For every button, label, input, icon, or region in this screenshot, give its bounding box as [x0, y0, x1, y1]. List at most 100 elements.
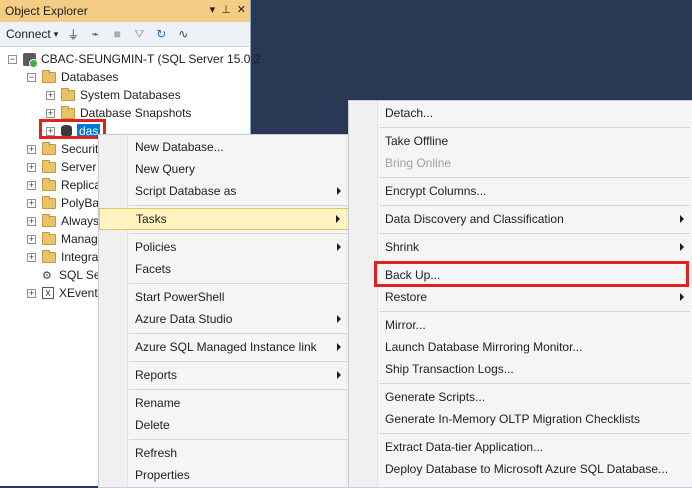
menu-item-policies[interactable]: Policies: [99, 236, 349, 258]
menu-item-shrink[interactable]: Shrink: [349, 236, 692, 258]
menu-item-restore[interactable]: Restore: [349, 286, 692, 308]
menu-item-encrypt-columns[interactable]: Encrypt Columns...: [349, 180, 692, 202]
menu-item-refresh[interactable]: Refresh: [99, 442, 349, 464]
menu-item-extract-data-tier[interactable]: Extract Data-tier Application...: [349, 436, 692, 458]
filter-icon[interactable]: ⛛: [132, 27, 146, 41]
tree-node-system-databases[interactable]: + System Databases: [46, 86, 181, 104]
menu-item-start-powershell[interactable]: Start PowerShell: [99, 286, 349, 308]
refresh-icon[interactable]: ↻: [154, 27, 168, 41]
tree-node-label: SQL Se: [59, 268, 101, 282]
menu-item-label: Rename: [135, 396, 181, 410]
menu-item-new-query[interactable]: New Query: [99, 158, 349, 180]
tree-node-replication[interactable]: + Replica: [27, 176, 101, 194]
menu-item-rename[interactable]: Rename: [99, 392, 349, 414]
expand-icon[interactable]: +: [46, 90, 55, 100]
menu-item-oltp-migration-checklists[interactable]: Generate In-Memory OLTP Migration Checkl…: [349, 408, 692, 430]
menu-item-mirroring-monitor[interactable]: Launch Database Mirroring Monitor...: [349, 336, 692, 358]
menu-item-new-database[interactable]: New Database...: [99, 136, 349, 158]
tree-node-polybase[interactable]: + PolyBa: [27, 194, 99, 212]
menu-item-tasks[interactable]: Tasks: [99, 208, 349, 230]
menu-item-data-discovery[interactable]: Data Discovery and Classification: [349, 208, 692, 230]
tree-node-databases[interactable]: − Databases: [27, 68, 118, 86]
tree-node-security[interactable]: + Securit: [27, 140, 98, 158]
close-icon[interactable]: ✕: [237, 3, 246, 16]
menu-item-label: Refresh: [135, 446, 178, 460]
menu-separator: [129, 205, 347, 206]
menu-item-deploy-azure-sql[interactable]: Deploy Database to Microsoft Azure SQL D…: [349, 458, 692, 480]
connect-object-icon[interactable]: ⏚: [66, 27, 80, 42]
menu-separator: [379, 433, 690, 434]
folder-icon: [61, 105, 75, 119]
tree-node-always-on[interactable]: + Always: [27, 212, 99, 230]
menu-item-azure-data-studio[interactable]: Azure Data Studio: [99, 308, 349, 330]
chevron-down-icon: ▾: [53, 28, 59, 39]
menu-item-label: Mirror...: [385, 318, 426, 332]
menu-item-properties[interactable]: Properties: [99, 464, 349, 486]
folder-icon: [42, 177, 56, 191]
stop-icon[interactable]: ■: [110, 27, 124, 41]
menu-item-script-database-as[interactable]: Script Database as: [99, 180, 349, 202]
menu-item-label: Shrink: [385, 240, 420, 254]
menu-item-label: Encrypt Columns...: [385, 184, 487, 198]
tree-node-server[interactable]: − CBAC-SEUNGMIN-T (SQL Server 15.0.2: [8, 50, 260, 68]
expand-icon[interactable]: +: [27, 288, 36, 298]
tree-node-integration[interactable]: + Integra: [27, 248, 98, 266]
disconnect-icon[interactable]: ⌁: [88, 27, 102, 41]
collapse-icon[interactable]: −: [8, 54, 17, 64]
menu-item-label: Generate Scripts...: [385, 390, 486, 404]
sql-agent-icon: ⚙: [42, 269, 52, 282]
menu-item-label: Restore: [385, 290, 428, 304]
annotation-highlight-back-up: [374, 261, 689, 287]
expand-icon[interactable]: +: [27, 216, 36, 226]
connect-label: Connect: [6, 27, 51, 41]
expand-icon[interactable]: +: [27, 144, 36, 154]
collapse-icon[interactable]: −: [27, 72, 36, 82]
menu-separator: [379, 205, 690, 206]
menu-item-azure-sql-mi-link[interactable]: Azure SQL Managed Instance link: [99, 336, 349, 358]
menu-item-generate-scripts[interactable]: Generate Scripts...: [349, 386, 692, 408]
tree-node-sql-agent[interactable]: ⚙ SQL Se: [42, 266, 101, 284]
menu-item-facets[interactable]: Facets: [99, 258, 349, 280]
object-explorer-title: Object Explorer: [5, 4, 88, 18]
tasks-submenu: Detach... Take Offline Bring Online Encr…: [348, 100, 692, 488]
expand-icon[interactable]: +: [27, 180, 36, 190]
menu-separator: [129, 361, 347, 362]
dropdown-icon[interactable]: ▾: [210, 3, 216, 16]
menu-item-reports[interactable]: Reports: [99, 364, 349, 386]
pin-icon[interactable]: ⊥: [221, 3, 231, 16]
menu-item-detach[interactable]: Detach...: [349, 102, 692, 124]
expand-icon[interactable]: +: [27, 198, 36, 208]
submenu-arrow-icon: [680, 215, 684, 223]
menu-item-ship-transaction-logs[interactable]: Ship Transaction Logs...: [349, 358, 692, 380]
tree-node-label: System Databases: [80, 88, 181, 102]
expand-icon[interactable]: +: [46, 108, 55, 118]
activity-monitor-icon[interactable]: ∿: [176, 27, 190, 41]
menu-item-label: Generate In-Memory OLTP Migration Checkl…: [385, 412, 640, 426]
tree-node-label: Integra: [61, 250, 99, 264]
menu-item-take-offline[interactable]: Take Offline: [349, 130, 692, 152]
menu-item-label: Start PowerShell: [135, 290, 225, 304]
expand-icon[interactable]: +: [27, 162, 36, 172]
tree-node-label: Replica: [61, 178, 102, 192]
menu-item-label: Reports: [135, 368, 178, 382]
folder-icon: [42, 195, 56, 209]
tree-node-label: Server: [61, 160, 97, 174]
tree-node-server-objects[interactable]: + Server: [27, 158, 96, 176]
menu-item-label: Azure SQL Managed Instance link: [135, 340, 317, 354]
expand-icon[interactable]: +: [27, 252, 36, 262]
connect-button[interactable]: Connect ▾: [6, 27, 58, 41]
folder-icon: [42, 231, 56, 245]
expand-icon[interactable]: +: [27, 234, 36, 244]
menu-item-mirror[interactable]: Mirror...: [349, 314, 692, 336]
menu-separator: [129, 333, 347, 334]
tree-node-management[interactable]: + Manag: [27, 230, 98, 248]
tree-node-label: PolyBa: [61, 196, 100, 210]
menu-separator: [129, 389, 347, 390]
submenu-arrow-icon: [337, 371, 341, 379]
menu-separator: [379, 177, 690, 178]
folder-icon: [61, 87, 75, 101]
menu-item-delete[interactable]: Delete: [99, 414, 349, 436]
submenu-arrow-icon: [336, 215, 340, 223]
menu-item-label: Deploy Database to Microsoft Azure SQL D…: [385, 462, 669, 476]
tree-node-xevent[interactable]: + X XEvent: [27, 284, 98, 302]
